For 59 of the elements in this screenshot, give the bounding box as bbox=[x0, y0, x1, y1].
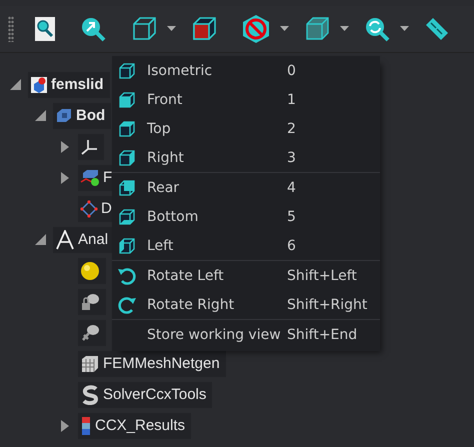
shortcut-label: 2 bbox=[287, 120, 297, 136]
mesh-icon bbox=[80, 354, 100, 374]
tree-item[interactable]: femslid bbox=[28, 72, 110, 98]
collapsed-arrow-icon[interactable] bbox=[61, 172, 69, 184]
axes-icon bbox=[80, 138, 98, 156]
tree-item-label: CCX_Results bbox=[95, 417, 186, 434]
tree-item[interactable] bbox=[78, 134, 104, 160]
document-icon bbox=[30, 76, 48, 94]
shortcut-label: Shift+End bbox=[287, 326, 358, 342]
caret-icon[interactable] bbox=[340, 26, 349, 32]
sphere-icon bbox=[80, 260, 100, 280]
shortcut-label: 1 bbox=[287, 92, 297, 108]
shortcut-label: 6 bbox=[287, 238, 297, 254]
tree-item[interactable]: FEMMeshNetgen bbox=[78, 350, 226, 376]
shortcut-label: Shift+Left bbox=[287, 268, 358, 284]
tree-item[interactable] bbox=[78, 288, 106, 314]
caret-icon[interactable] bbox=[400, 26, 409, 32]
tree-item[interactable] bbox=[78, 320, 106, 346]
solver-icon bbox=[80, 384, 100, 404]
tree-item-label: Anal bbox=[78, 231, 108, 248]
menu-item[interactable]: Left 6 bbox=[112, 231, 380, 260]
caret-icon[interactable] bbox=[280, 26, 289, 32]
sketch-icon bbox=[80, 200, 98, 218]
shortcut-label: Shift+Right bbox=[287, 296, 368, 312]
menu-item[interactable]: Store working view Shift+End bbox=[112, 320, 380, 349]
shortcut-label: 3 bbox=[287, 150, 297, 166]
collapsed-arrow-icon[interactable] bbox=[61, 420, 69, 432]
tree-item-label: F bbox=[103, 169, 112, 186]
collapsed-arrow-icon[interactable] bbox=[61, 140, 69, 152]
rotate-right-icon bbox=[117, 294, 139, 314]
results-icon bbox=[80, 416, 92, 436]
tree-item-label: Bod bbox=[76, 107, 106, 124]
menu-item[interactable]: Isometric 0 bbox=[112, 56, 380, 85]
menu-item[interactable]: Top 2 bbox=[112, 114, 380, 143]
tree-item-label: femslid bbox=[51, 76, 104, 93]
caret-icon[interactable] bbox=[167, 26, 176, 32]
tree-item[interactable]: SolverCcxTools bbox=[78, 382, 212, 408]
padlock-icon bbox=[80, 292, 100, 312]
shortcut-label: 0 bbox=[287, 62, 297, 78]
tree-item[interactable]: Anal bbox=[53, 226, 114, 252]
expanded-arrow-icon[interactable] bbox=[34, 234, 46, 245]
menu-item[interactable]: Rotate Right Shift+Right bbox=[112, 290, 380, 319]
expanded-arrow-icon[interactable] bbox=[10, 79, 20, 90]
analysis-icon bbox=[55, 230, 75, 250]
tree-item[interactable]: CCX_Results bbox=[78, 412, 192, 438]
tree-item[interactable]: Bod bbox=[53, 102, 112, 128]
tree-item-label: SolverCcxTools bbox=[103, 386, 206, 403]
tree-item[interactable] bbox=[78, 258, 106, 284]
shortcut-label: 4 bbox=[287, 180, 297, 196]
tree-item-label: D bbox=[101, 200, 112, 217]
toolbar-grip[interactable] bbox=[8, 16, 14, 42]
expanded-arrow-icon[interactable] bbox=[34, 110, 46, 121]
pin-icon bbox=[80, 322, 100, 342]
shortcut-label: 5 bbox=[287, 208, 297, 224]
body-icon bbox=[55, 106, 73, 124]
tree-item-label: FEMMeshNetgen bbox=[103, 355, 220, 372]
menu-item[interactable]: Rotate Left Shift+Left bbox=[112, 261, 380, 290]
pad-icon bbox=[80, 168, 100, 186]
menu-item[interactable]: Front 1 bbox=[112, 85, 380, 114]
